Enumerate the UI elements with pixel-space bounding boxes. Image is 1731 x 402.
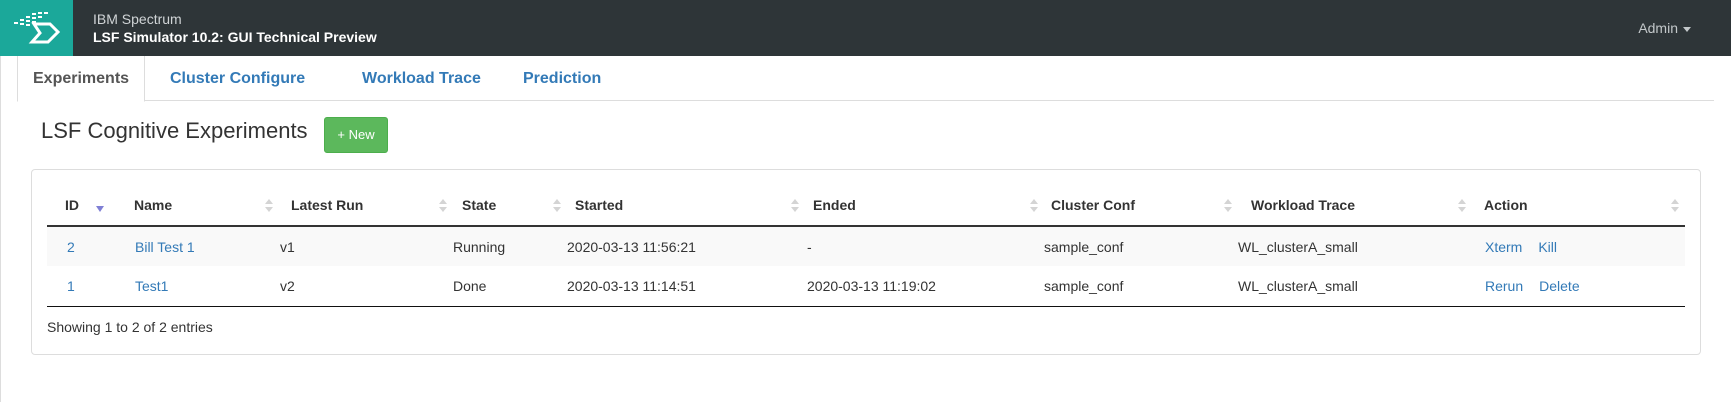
started-cell: 2020-03-13 11:14:51: [567, 266, 805, 307]
table-row[interactable]: 2 Bill Test 1 v1 Running 2020-03-13 11:5…: [47, 226, 1685, 266]
sort-icon[interactable]: [791, 199, 799, 213]
workload-trace-cell: WL_clusterA_small: [1238, 226, 1472, 266]
ended-cell: 2020-03-13 11:19:02: [805, 266, 1044, 307]
user-menu-label[interactable]: Admin: [1638, 20, 1678, 36]
ended-cell: -: [805, 226, 1044, 266]
column-header-label[interactable]: Latest Run: [291, 197, 363, 213]
page-title: LSF Cognitive Experiments: [41, 118, 308, 143]
column-header-label[interactable]: State: [462, 197, 496, 213]
latest-run-cell: v1: [279, 226, 453, 266]
latest-run-cell: v2: [279, 266, 453, 307]
table-row[interactable]: 1 Test1 v2 Done 2020-03-13 11:14:51 2020…: [47, 266, 1685, 307]
column-header-label[interactable]: Name: [134, 197, 172, 213]
sort-icon[interactable]: [265, 199, 273, 213]
experiment-name-link[interactable]: Bill Test 1: [135, 239, 195, 255]
workload-trace-cell: WL_clusterA_small: [1238, 266, 1472, 307]
experiments-panel: ID Name Latest Run State Started Ended C…: [31, 169, 1701, 355]
cluster-conf-cell: sample_conf: [1044, 226, 1238, 266]
xterm-action-link[interactable]: Xterm: [1485, 239, 1522, 255]
started-cell: 2020-03-13 11:56:21: [567, 226, 805, 266]
brand-logo[interactable]: [0, 0, 73, 56]
table-header-row: ID Name Latest Run State Started Ended C…: [47, 185, 1685, 227]
experiment-id-link[interactable]: 1: [67, 278, 75, 294]
ibm-spectrum-logo-icon: [14, 12, 61, 44]
state-cell: Running: [453, 226, 567, 266]
column-header-state[interactable]: State: [453, 185, 567, 227]
experiment-id-link[interactable]: 2: [67, 239, 75, 255]
sort-icon[interactable]: [553, 199, 561, 213]
column-header-label[interactable]: Cluster Conf: [1051, 197, 1135, 213]
column-header-label[interactable]: Started: [575, 197, 623, 213]
column-header-label[interactable]: Action: [1484, 197, 1528, 213]
column-header-action[interactable]: Action: [1472, 185, 1685, 227]
cluster-conf-cell: sample_conf: [1044, 266, 1238, 307]
column-header-name[interactable]: Name: [124, 185, 279, 227]
tab-prediction[interactable]: Prediction: [508, 56, 616, 102]
column-header-label[interactable]: Ended: [813, 197, 856, 213]
new-experiment-button[interactable]: + New: [324, 117, 388, 153]
delete-action-link[interactable]: Delete: [1539, 278, 1579, 294]
state-cell: Done: [453, 266, 567, 307]
tab-cluster-configure[interactable]: Cluster Configure: [155, 56, 320, 102]
brand-product-family: IBM Spectrum: [93, 11, 182, 27]
column-header-started[interactable]: Started: [567, 185, 805, 227]
sort-descending-icon[interactable]: [96, 206, 104, 212]
column-header-id[interactable]: ID: [47, 185, 124, 227]
table-info: Showing 1 to 2 of 2 entries: [47, 319, 213, 335]
column-header-latest-run[interactable]: Latest Run: [279, 185, 453, 227]
sort-icon[interactable]: [439, 199, 447, 213]
page-border: [0, 56, 1, 402]
rerun-action-link[interactable]: Rerun: [1485, 278, 1523, 294]
sort-icon[interactable]: [1458, 199, 1466, 213]
sort-icon[interactable]: [1224, 199, 1232, 213]
top-navbar: IBM Spectrum LSF Simulator 10.2: GUI Tec…: [0, 0, 1731, 56]
caret-down-icon[interactable]: [1683, 26, 1691, 32]
experiments-table: ID Name Latest Run State Started Ended C…: [47, 185, 1685, 307]
kill-action-link[interactable]: Kill: [1538, 239, 1557, 255]
tab-bar: Experiments Cluster Configure Workload T…: [17, 56, 1714, 102]
experiment-name-link[interactable]: Test1: [135, 278, 168, 294]
tab-experiments[interactable]: Experiments: [17, 56, 146, 102]
column-header-workload-trace[interactable]: Workload Trace: [1238, 185, 1472, 227]
sort-icon[interactable]: [1671, 199, 1679, 213]
column-header-cluster-conf[interactable]: Cluster Conf: [1044, 185, 1238, 227]
sort-icon[interactable]: [1030, 199, 1038, 213]
tab-workload-trace[interactable]: Workload Trace: [347, 56, 496, 102]
brand-product-name: LSF Simulator 10.2: GUI Technical Previe…: [93, 29, 377, 45]
column-header-label[interactable]: ID: [65, 197, 79, 213]
user-menu[interactable]: Admin: [1638, 20, 1691, 36]
column-header-label[interactable]: Workload Trace: [1251, 197, 1355, 213]
column-header-ended[interactable]: Ended: [805, 185, 1044, 227]
